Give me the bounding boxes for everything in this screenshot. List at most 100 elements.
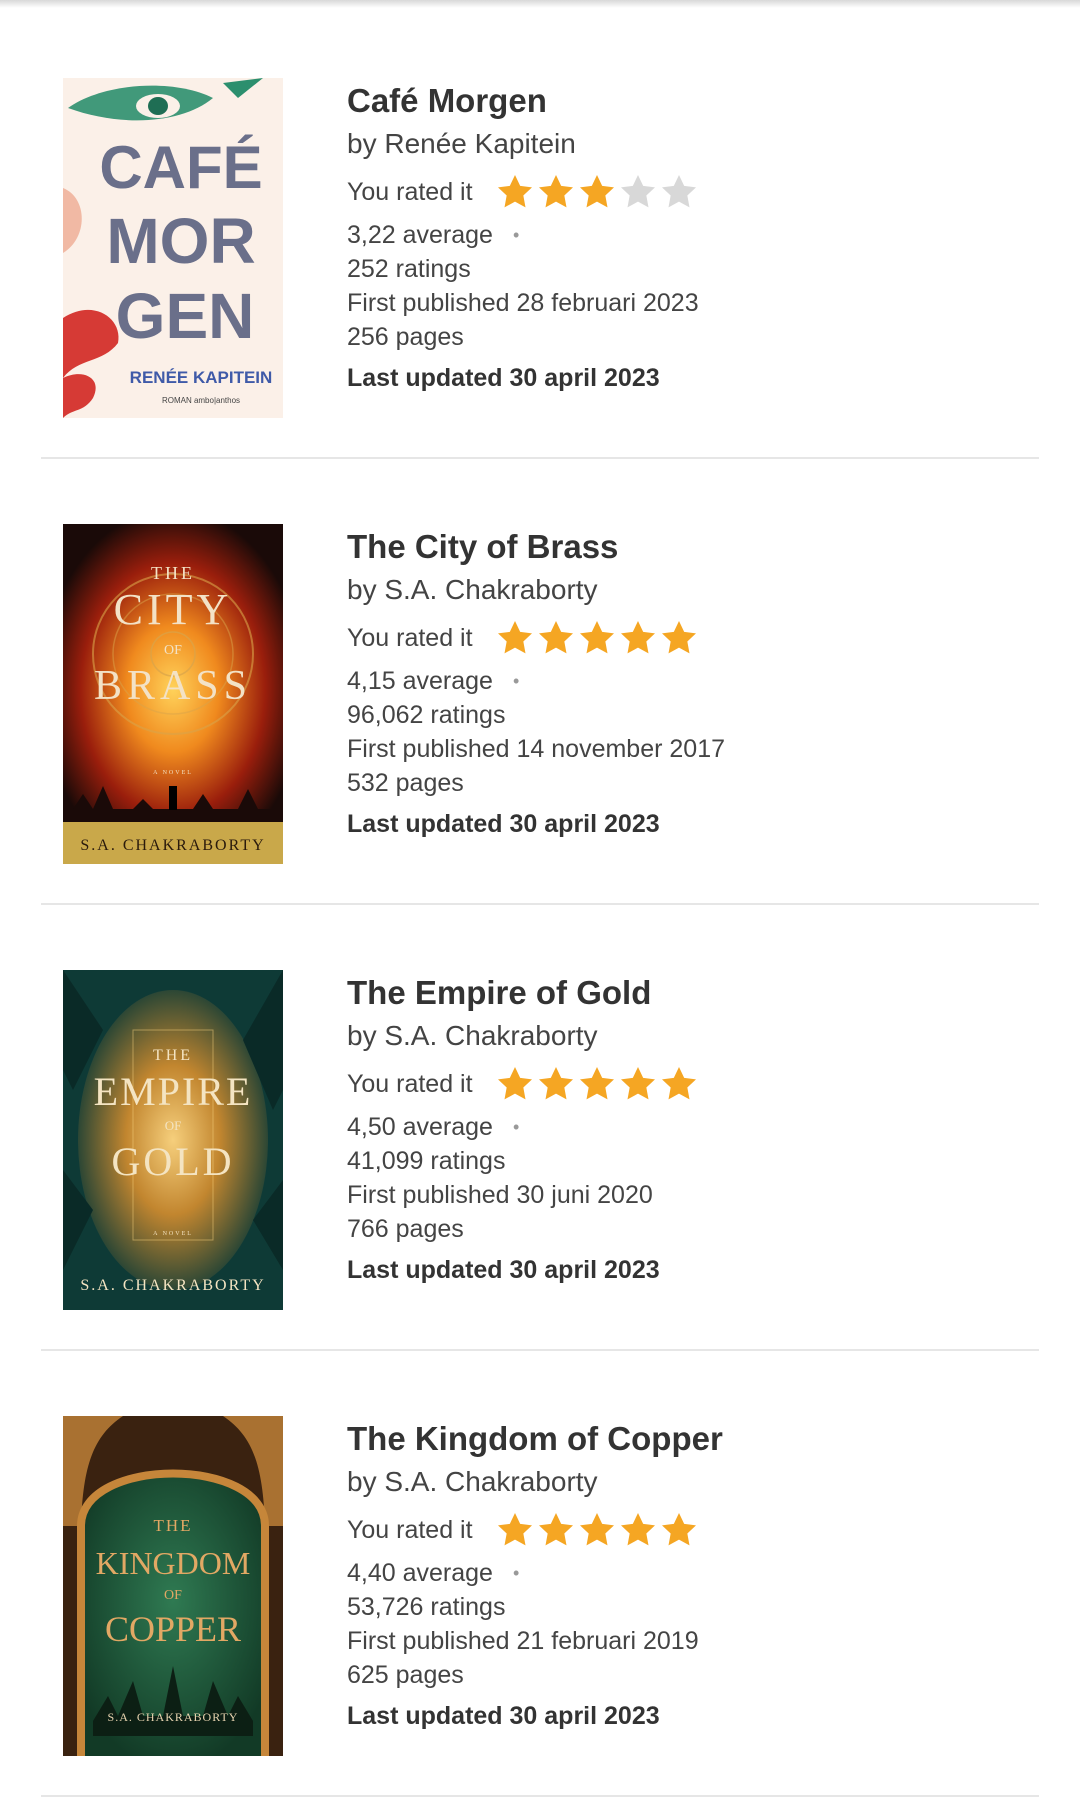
- book-info: Café Morgen by Renée Kapitein You rated …: [347, 80, 1047, 400]
- star-filled-icon[interactable]: [577, 1064, 617, 1104]
- star-filled-icon[interactable]: [577, 172, 617, 212]
- book-cover[interactable]: THE CITY OF BRASS A NOVEL S.A. CHAKRABOR…: [63, 524, 283, 864]
- star-rating[interactable]: [495, 618, 700, 658]
- star-filled-icon[interactable]: [618, 1510, 658, 1550]
- cover-author: S.A. CHAKRABORTY: [80, 837, 265, 854]
- average-rating: 4,15 average: [347, 667, 493, 695]
- page-count: 766 pages: [347, 1215, 464, 1243]
- cover-kingdom-of-copper: THE KINGDOM OF COPPER S.A. CHAKRABORTY: [63, 1416, 283, 1756]
- book-cover[interactable]: THE EMPIRE OF GOLD A NOVEL S.A. CHAKRABO…: [63, 970, 283, 1310]
- ratings-count: 53,726 ratings: [347, 1593, 506, 1621]
- page-count: 256 pages: [347, 323, 464, 351]
- book-author[interactable]: by S.A. Chakraborty: [347, 1016, 1047, 1056]
- cover-title-line: MOR: [106, 205, 255, 277]
- average-row: 4,50 average •: [347, 1110, 1047, 1144]
- book-info: The Empire of Gold by S.A. Chakraborty Y…: [347, 972, 1047, 1292]
- book-row[interactable]: THE KINGDOM OF COPPER S.A. CHAKRABORTY T…: [0, 1338, 1080, 1784]
- book-row[interactable]: THE EMPIRE OF GOLD A NOVEL S.A. CHAKRABO…: [0, 892, 1080, 1338]
- ratings-count: 96,062 ratings: [347, 701, 506, 729]
- star-filled-icon[interactable]: [536, 1510, 576, 1550]
- rated-label: You rated it: [347, 623, 473, 652]
- star-filled-icon[interactable]: [495, 172, 535, 212]
- star-filled-icon[interactable]: [536, 618, 576, 658]
- star-rating[interactable]: [495, 1510, 700, 1550]
- cover-title-line: BRASS: [94, 663, 252, 709]
- cover-city-of-brass: THE CITY OF BRASS A NOVEL S.A. CHAKRABOR…: [63, 524, 283, 864]
- average-row: 4,15 average •: [347, 664, 1047, 698]
- cover-title-line: KINGDOM: [96, 1545, 251, 1581]
- average-rating: 4,50 average: [347, 1113, 493, 1141]
- book-row[interactable]: CAFÉ MOR GEN RENÉE KAPITEIN ROMAN ambo|a…: [0, 0, 1080, 446]
- cover-cafe-morgen: CAFÉ MOR GEN RENÉE KAPITEIN ROMAN ambo|a…: [63, 78, 283, 418]
- book-info: The City of Brass by S.A. Chakraborty Yo…: [347, 526, 1047, 846]
- book-cover[interactable]: THE KINGDOM OF COPPER S.A. CHAKRABORTY: [63, 1416, 283, 1756]
- cover-tagline: A NOVEL: [153, 1231, 193, 1237]
- book-info: The Kingdom of Copper by S.A. Chakrabort…: [347, 1418, 1047, 1738]
- separator-dot: •: [512, 225, 520, 245]
- cover-title-line: OF: [164, 643, 182, 658]
- cover-title-line: CAFÉ: [99, 134, 262, 201]
- cover-author: S.A. CHAKRABORTY: [80, 1277, 265, 1294]
- cover-title-line: OF: [165, 1118, 182, 1133]
- book-author[interactable]: by Renée Kapitein: [347, 124, 1047, 164]
- star-filled-icon[interactable]: [536, 172, 576, 212]
- cover-title-line: COPPER: [105, 1609, 241, 1649]
- star-rating[interactable]: [495, 1064, 700, 1104]
- book-title[interactable]: The City of Brass: [347, 526, 1047, 568]
- first-published: First published 30 juni 2020: [347, 1181, 653, 1209]
- star-filled-icon[interactable]: [577, 618, 617, 658]
- star-filled-icon[interactable]: [577, 1510, 617, 1550]
- page-count: 625 pages: [347, 1661, 464, 1689]
- separator-dot: •: [512, 1117, 520, 1137]
- rated-label: You rated it: [347, 1069, 473, 1098]
- divider: [41, 1795, 1039, 1797]
- rated-label: You rated it: [347, 177, 473, 206]
- star-filled-icon[interactable]: [495, 618, 535, 658]
- cover-title-line: THE: [153, 1516, 192, 1535]
- book-title[interactable]: Café Morgen: [347, 80, 1047, 122]
- book-author[interactable]: by S.A. Chakraborty: [347, 1462, 1047, 1502]
- separator-dot: •: [512, 671, 520, 691]
- page-count: 532 pages: [347, 769, 464, 797]
- cover-tagline: A NOVEL: [153, 770, 193, 776]
- star-empty-icon[interactable]: [659, 172, 699, 212]
- star-filled-icon[interactable]: [659, 618, 699, 658]
- cover-title-line: THE: [153, 1047, 193, 1064]
- average-rating: 3,22 average: [347, 221, 493, 249]
- average-row: 4,40 average •: [347, 1556, 1047, 1590]
- star-filled-icon[interactable]: [618, 618, 658, 658]
- star-filled-icon[interactable]: [659, 1064, 699, 1104]
- star-filled-icon[interactable]: [495, 1064, 535, 1104]
- user-rating-row: You rated it: [347, 166, 1047, 218]
- cover-empire-of-gold: THE EMPIRE OF GOLD A NOVEL S.A. CHAKRABO…: [63, 970, 283, 1310]
- star-empty-icon[interactable]: [618, 172, 658, 212]
- last-updated: Last updated 30 april 2023: [347, 810, 660, 838]
- star-filled-icon[interactable]: [659, 1510, 699, 1550]
- ratings-count: 41,099 ratings: [347, 1147, 506, 1175]
- first-published: First published 14 november 2017: [347, 735, 726, 763]
- book-row[interactable]: THE CITY OF BRASS A NOVEL S.A. CHAKRABOR…: [0, 446, 1080, 892]
- cover-title-line: OF: [164, 1588, 182, 1603]
- star-rating[interactable]: [495, 172, 700, 212]
- book-title[interactable]: The Kingdom of Copper: [347, 1418, 1047, 1460]
- book-title[interactable]: The Empire of Gold: [347, 972, 1047, 1014]
- cover-author: RENÉE KAPITEIN: [130, 368, 273, 387]
- cover-title-line: THE: [151, 563, 195, 583]
- star-filled-icon[interactable]: [495, 1510, 535, 1550]
- book-author[interactable]: by S.A. Chakraborty: [347, 570, 1047, 610]
- separator-dot: •: [512, 1563, 520, 1583]
- user-rating-row: You rated it: [347, 1058, 1047, 1110]
- user-rating-row: You rated it: [347, 1504, 1047, 1556]
- last-updated: Last updated 30 april 2023: [347, 1702, 660, 1730]
- cover-title-line: GEN: [116, 280, 255, 352]
- star-filled-icon[interactable]: [618, 1064, 658, 1104]
- cover-tagline: ROMAN ambo|anthos: [162, 396, 240, 405]
- last-updated: Last updated 30 april 2023: [347, 1256, 660, 1284]
- cover-title-line: EMPIRE: [94, 1069, 253, 1114]
- star-filled-icon[interactable]: [536, 1064, 576, 1104]
- book-cover[interactable]: CAFÉ MOR GEN RENÉE KAPITEIN ROMAN ambo|a…: [63, 78, 283, 418]
- rated-label: You rated it: [347, 1515, 473, 1544]
- ratings-count: 252 ratings: [347, 255, 471, 283]
- average-rating: 4,40 average: [347, 1559, 493, 1587]
- average-row: 3,22 average •: [347, 218, 1047, 252]
